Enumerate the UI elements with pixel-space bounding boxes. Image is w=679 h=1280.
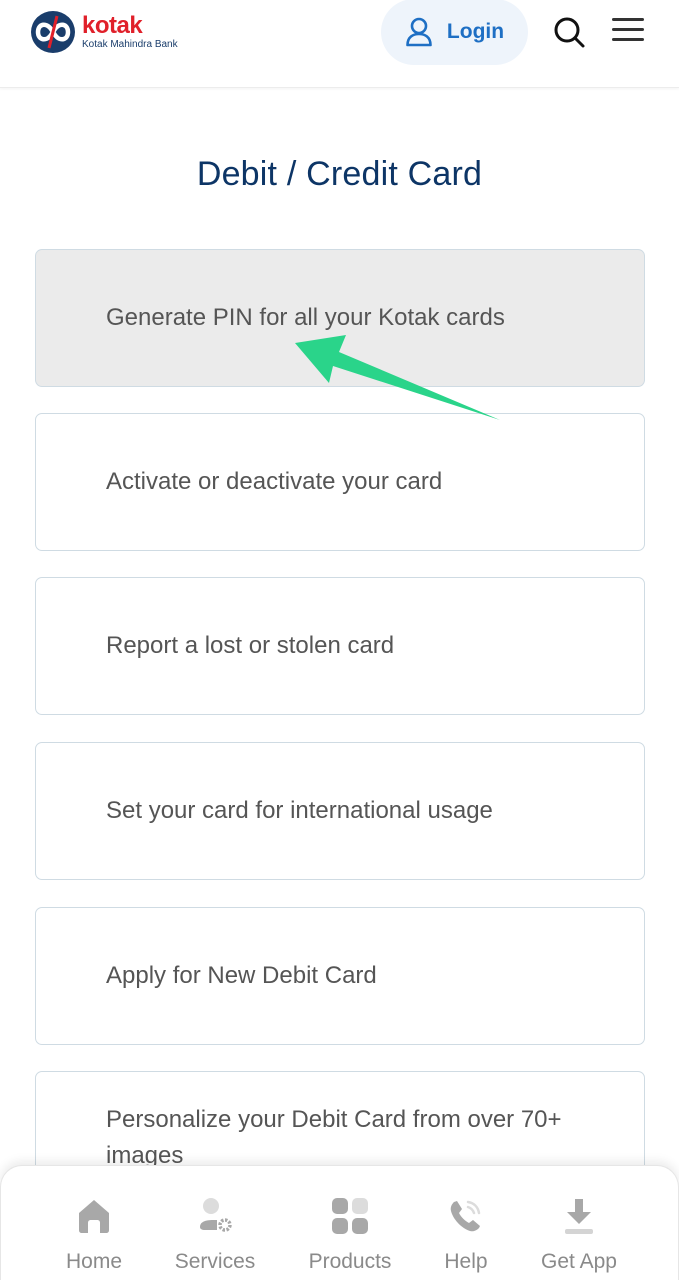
grid-icon	[332, 1198, 368, 1234]
card-activate-deactivate[interactable]: Activate or deactivate your card	[35, 413, 645, 551]
nav-label: Help	[444, 1250, 488, 1273]
card-label: Activate or deactivate your card	[106, 468, 443, 495]
logo-subtitle: Kotak Mahindra Bank	[82, 38, 178, 50]
card-label: Set your card for international usage	[106, 797, 493, 824]
nav-label: Services	[174, 1250, 256, 1273]
nav-get-app[interactable]: Get App	[536, 1166, 622, 1280]
page-title: Debit / Credit Card	[196, 155, 483, 193]
login-label: Login	[446, 20, 505, 43]
kotak-logo[interactable]: kotak Kotak Mahindra Bank	[30, 10, 178, 54]
hamburger-menu-icon[interactable]	[612, 18, 648, 46]
user-icon	[406, 17, 432, 47]
menu-line	[612, 28, 644, 31]
nav-home[interactable]: Home	[64, 1166, 124, 1280]
menu-line	[612, 18, 644, 21]
logo-wordmark: kotak	[82, 11, 143, 39]
bottom-navigation: Home Services Products Help Get App	[0, 1165, 679, 1280]
kotak-logo-icon	[31, 11, 75, 53]
card-apply-new-debit[interactable]: Apply for New Debit Card	[35, 907, 645, 1045]
search-icon[interactable]	[552, 15, 586, 49]
card-generate-pin[interactable]: Generate PIN for all your Kotak cards	[35, 249, 645, 387]
nav-services[interactable]: Services	[171, 1166, 259, 1280]
nav-label: Get App	[541, 1250, 617, 1273]
card-label: Generate PIN for all your Kotak cards	[106, 304, 505, 331]
home-icon	[79, 1200, 109, 1233]
user-settings-icon	[200, 1198, 232, 1232]
nav-help[interactable]: Help	[441, 1166, 491, 1280]
header: kotak Kotak Mahindra Bank Login	[0, 0, 679, 88]
nav-label: Home	[65, 1250, 123, 1273]
nav-products[interactable]: Products	[304, 1166, 396, 1280]
download-icon	[565, 1199, 593, 1234]
card-report-lost[interactable]: Report a lost or stolen card	[35, 577, 645, 715]
card-label: Report a lost or stolen card	[106, 632, 395, 659]
login-button[interactable]: Login	[381, 0, 528, 65]
card-label: Apply for New Debit Card	[106, 962, 377, 989]
phone-call-icon	[450, 1200, 481, 1232]
menu-line	[612, 38, 644, 41]
card-international-usage[interactable]: Set your card for international usage	[35, 742, 645, 880]
nav-label: Products	[308, 1250, 392, 1273]
card-label: Personalize your Debit Card from over 70…	[106, 1106, 562, 1169]
